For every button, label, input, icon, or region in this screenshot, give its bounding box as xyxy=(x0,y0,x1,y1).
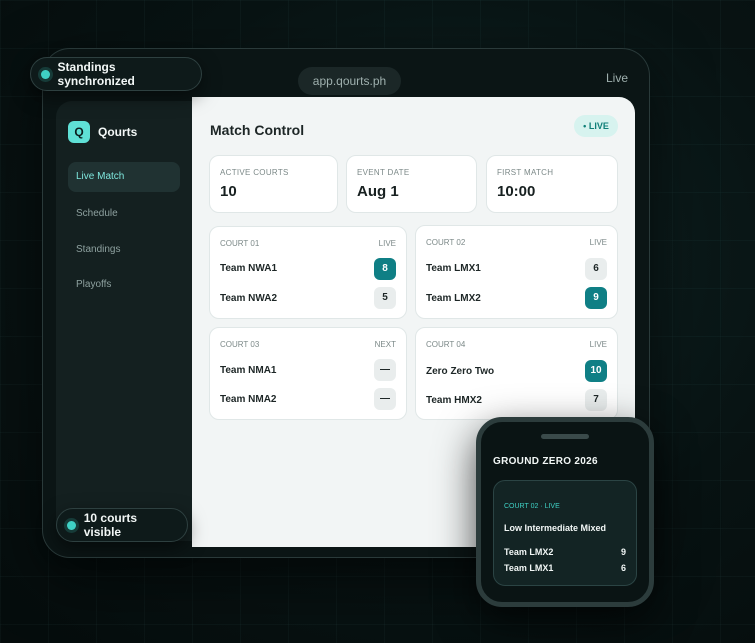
team-name: Team NWA1 xyxy=(220,263,278,274)
team-name: Team LMX2 xyxy=(426,293,481,304)
court-status: LIVE xyxy=(589,340,607,349)
team-score: 6 xyxy=(585,258,607,280)
stat-value: 10:00 xyxy=(497,183,536,200)
team-name: Team NMA1 xyxy=(220,365,277,376)
status-dot-icon xyxy=(41,69,50,79)
team-name: Team NWA2 xyxy=(220,293,278,304)
court-status: LIVE xyxy=(589,238,607,247)
court-status: NEXT xyxy=(374,340,396,349)
watch-division: Low Intermediate Mixed xyxy=(504,523,607,533)
stat-value: Aug 1 xyxy=(357,183,399,200)
stat-label: FIRST MATCH xyxy=(497,168,554,177)
court-card-02[interactable]: COURT 02 LIVE Team LMX1 6 Team LMX2 9 xyxy=(415,225,618,319)
courts-visible-text: 10 courts visible xyxy=(83,511,138,539)
team-score: 10 xyxy=(585,360,607,382)
court-name: COURT 03 xyxy=(220,340,260,349)
watch-speaker xyxy=(541,434,589,439)
stat-label: EVENT DATE xyxy=(357,168,410,177)
sidebar-item-standings[interactable]: Standings xyxy=(68,235,180,265)
live-status-label: Live xyxy=(606,71,629,85)
stat-active-courts: ACTIVE COURTS 10 xyxy=(209,155,338,213)
team-score: 5 xyxy=(374,287,396,309)
team-name: Team LMX1 xyxy=(426,263,481,274)
watch-court-label: COURT 02 · LIVE xyxy=(504,503,560,510)
team-name: Zero Zero Two xyxy=(426,366,495,377)
sidebar-item-live-match[interactable]: Live Match xyxy=(68,162,180,192)
stat-label: ACTIVE COURTS xyxy=(220,168,289,177)
court-card-04[interactable]: COURT 04 LIVE Zero Zero Two 10 Team HMX2… xyxy=(415,327,618,420)
team-score: — xyxy=(374,388,396,410)
sync-status-text: Standings synchronized xyxy=(57,60,135,88)
team-score: 9 xyxy=(585,287,607,309)
court-name: COURT 04 xyxy=(426,340,466,349)
live-badge: • LIVE xyxy=(574,115,618,137)
team-score: 8 xyxy=(374,258,396,280)
watch-team-score: 9 xyxy=(620,547,626,557)
smartwatch: GROUND ZERO 2026 COURT 02 · LIVE Low Int… xyxy=(476,417,654,607)
team-score: 7 xyxy=(585,389,607,411)
sidebar: Q Qourts Live Match Schedule Standings P… xyxy=(56,101,192,541)
url-bar[interactable]: app.qourts.ph xyxy=(298,67,401,95)
stat-event-date: EVENT DATE Aug 1 xyxy=(346,155,477,213)
team-score: — xyxy=(374,359,396,381)
sidebar-item-schedule[interactable]: Schedule xyxy=(68,199,180,229)
qourts-logo-icon: Q xyxy=(68,121,90,143)
court-card-01[interactable]: COURT 01 LIVE Team NWA1 8 Team NWA2 5 xyxy=(209,226,407,319)
team-name: Team HMX2 xyxy=(426,395,482,406)
court-card-03[interactable]: COURT 03 NEXT Team NMA1 — Team NMA2 — xyxy=(209,327,407,420)
court-name: COURT 01 xyxy=(220,239,260,248)
brand-name: Qourts xyxy=(98,125,138,139)
watch-team-name: Team LMX1 xyxy=(504,563,554,573)
watch-match-card[interactable]: COURT 02 · LIVE Low Intermediate Mixed T… xyxy=(493,480,637,586)
brand[interactable]: Q Qourts xyxy=(68,121,137,143)
stat-value: 10 xyxy=(220,183,237,200)
team-name: Team NMA2 xyxy=(220,394,277,405)
stat-first-match: FIRST MATCH 10:00 xyxy=(486,155,618,213)
court-status: LIVE xyxy=(378,239,396,248)
watch-event-title: GROUND ZERO 2026 xyxy=(493,456,598,467)
page-title: Match Control xyxy=(210,122,305,138)
watch-team-name: Team LMX2 xyxy=(504,547,554,557)
court-name: COURT 02 xyxy=(426,238,466,247)
status-dot-icon xyxy=(67,520,76,530)
sidebar-item-playoffs[interactable]: Playoffs xyxy=(68,270,180,300)
sync-status-pill: Standings synchronized xyxy=(30,57,202,91)
watch-team-score: 6 xyxy=(620,563,626,573)
courts-visible-pill: 10 courts visible xyxy=(56,508,188,542)
